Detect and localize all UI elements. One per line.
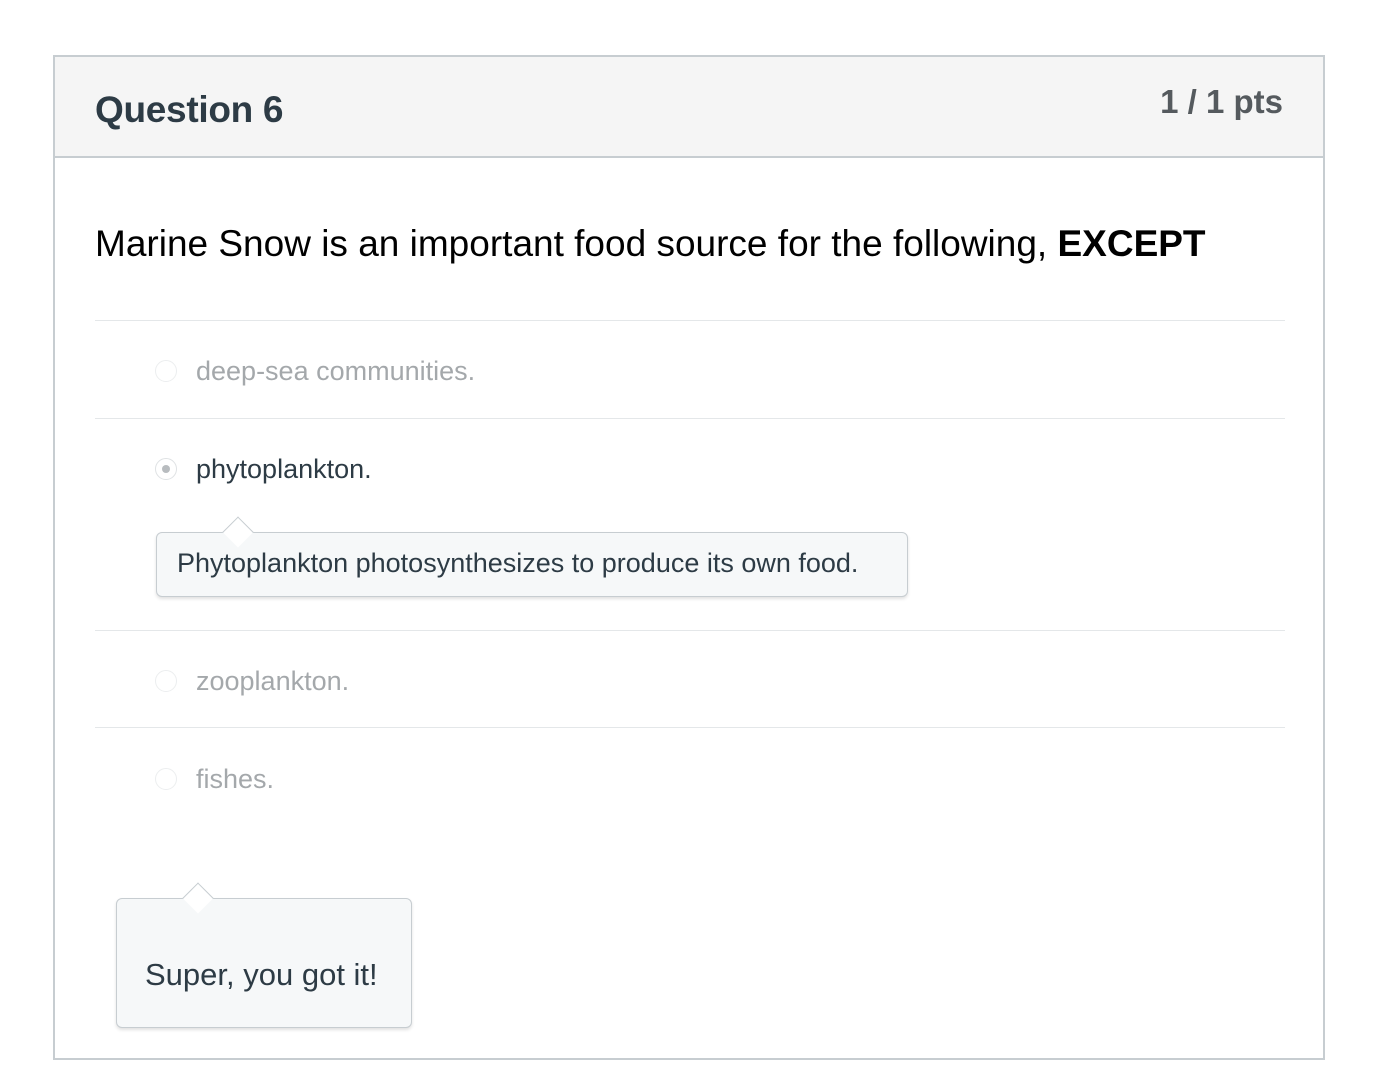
question-card: Question 6 1 / 1 pts Marine Snow is an i… bbox=[53, 55, 1325, 1060]
answer-label: fishes. bbox=[196, 764, 275, 794]
answer-label: zooplankton. bbox=[196, 666, 350, 696]
answer-comment-text: Phytoplankton photosynthesizes to produc… bbox=[177, 548, 859, 578]
radio-button-selected[interactable] bbox=[155, 458, 177, 480]
question-text: Marine Snow is an important food source … bbox=[95, 223, 1206, 265]
question-text-emphasis: EXCEPT bbox=[1057, 223, 1206, 264]
correct-feedback-bubble: Super, you got it! bbox=[116, 882, 412, 1028]
radio-button[interactable] bbox=[155, 670, 177, 692]
answer-divider bbox=[95, 320, 1285, 321]
bubble-pointer bbox=[182, 882, 214, 914]
answer-divider bbox=[95, 630, 1285, 631]
answer-option-phytoplankton[interactable]: phytoplankton. bbox=[155, 454, 1155, 496]
correct-feedback-text: Super, you got it! bbox=[145, 957, 378, 992]
answer-option-zooplankton[interactable]: zooplankton. bbox=[155, 666, 1155, 708]
answer-label: deep-sea communities. bbox=[196, 356, 476, 386]
answer-divider bbox=[95, 727, 1285, 728]
answer-comment-bubble: Phytoplankton photosynthesizes to produc… bbox=[156, 516, 908, 597]
question-points: 1 / 1 pts bbox=[1160, 83, 1283, 120]
question-header: Question 6 1 / 1 pts bbox=[55, 57, 1323, 158]
answer-divider bbox=[95, 418, 1285, 419]
answer-label: phytoplankton. bbox=[196, 454, 372, 484]
radio-button[interactable] bbox=[155, 360, 177, 382]
bubble-pointer bbox=[222, 516, 254, 548]
question-text-main: Marine Snow is an important food source … bbox=[95, 223, 1058, 264]
question-title: Question 6 bbox=[95, 89, 284, 130]
radio-button[interactable] bbox=[155, 768, 177, 790]
answer-option-deep-sea[interactable]: deep-sea communities. bbox=[155, 356, 1155, 398]
answer-option-fishes[interactable]: fishes. bbox=[155, 764, 1155, 806]
